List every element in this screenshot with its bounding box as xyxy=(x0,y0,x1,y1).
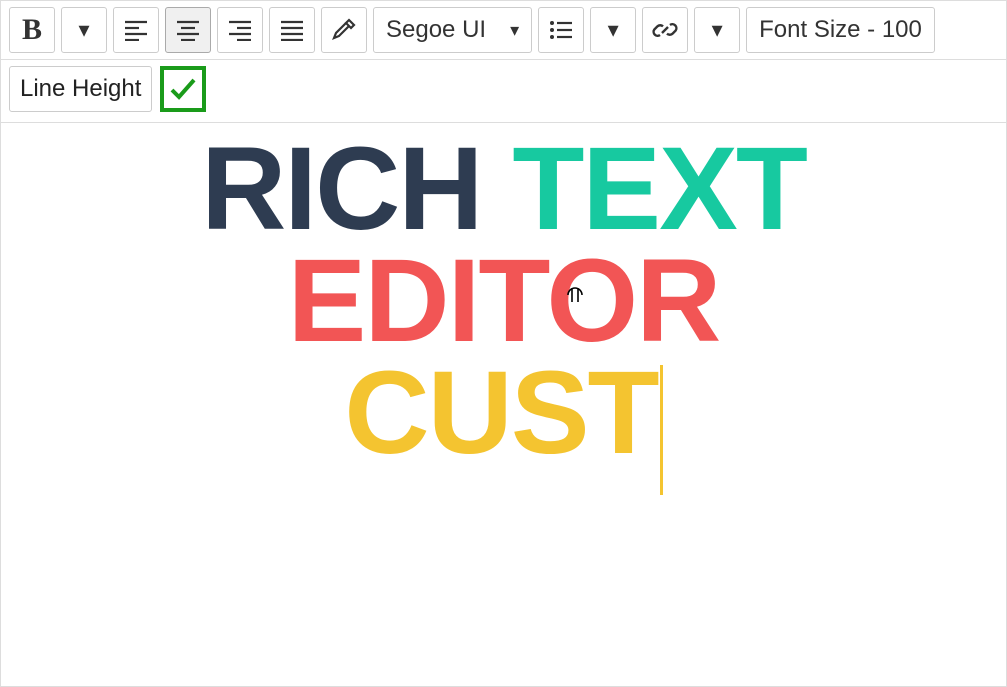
chevron-down-icon: ▾ xyxy=(510,20,519,41)
toolbar-row-1: B ▾ xyxy=(1,1,1006,60)
link-dropdown[interactable]: ▾ xyxy=(694,7,740,53)
align-left-button[interactable] xyxy=(113,7,159,53)
text-word-4: CUST xyxy=(344,347,657,479)
align-center-button[interactable] xyxy=(165,7,211,53)
toolbar-row-2: Line Height xyxy=(1,60,1006,123)
content-line-2: CUST xyxy=(9,357,998,487)
bold-dropdown[interactable]: ▾ xyxy=(61,7,107,53)
chevron-down-icon: ▾ xyxy=(608,17,619,43)
chevron-down-icon: ▾ xyxy=(712,17,723,43)
font-family-value: Segoe UI xyxy=(386,16,486,44)
font-size-display[interactable]: Font Size - 100 xyxy=(746,7,935,53)
text-caret xyxy=(660,365,663,495)
line-height-button[interactable]: Line Height xyxy=(9,66,152,112)
check-icon xyxy=(168,74,198,104)
bullet-list-button[interactable] xyxy=(538,7,584,53)
align-justify-icon xyxy=(279,19,305,41)
rich-text-editor: B ▾ xyxy=(0,0,1007,687)
bullet-list-dropdown[interactable]: ▾ xyxy=(590,7,636,53)
editor-content[interactable]: RICH TEXT EDITOR CUST xyxy=(1,123,1006,686)
eyedropper-button[interactable] xyxy=(321,7,367,53)
align-right-icon xyxy=(227,19,253,41)
bold-button[interactable]: B xyxy=(9,7,55,53)
align-left-icon xyxy=(123,19,149,41)
line-height-label-text: Line Height xyxy=(20,75,141,103)
link-icon xyxy=(652,17,678,43)
line-height-checkbox[interactable] xyxy=(160,66,206,112)
bold-icon: B xyxy=(22,13,42,47)
align-center-icon xyxy=(175,19,201,41)
eyedropper-icon xyxy=(331,17,357,43)
font-family-dropdown[interactable]: Segoe UI ▾ xyxy=(373,7,532,53)
align-justify-button[interactable] xyxy=(269,7,315,53)
align-right-button[interactable] xyxy=(217,7,263,53)
font-size-value: Font Size - 100 xyxy=(759,16,922,44)
chevron-down-icon: ▾ xyxy=(78,17,89,43)
content-line-1: RICH TEXT EDITOR xyxy=(9,133,998,357)
link-button[interactable] xyxy=(642,7,688,53)
bullet-list-icon xyxy=(548,19,574,41)
